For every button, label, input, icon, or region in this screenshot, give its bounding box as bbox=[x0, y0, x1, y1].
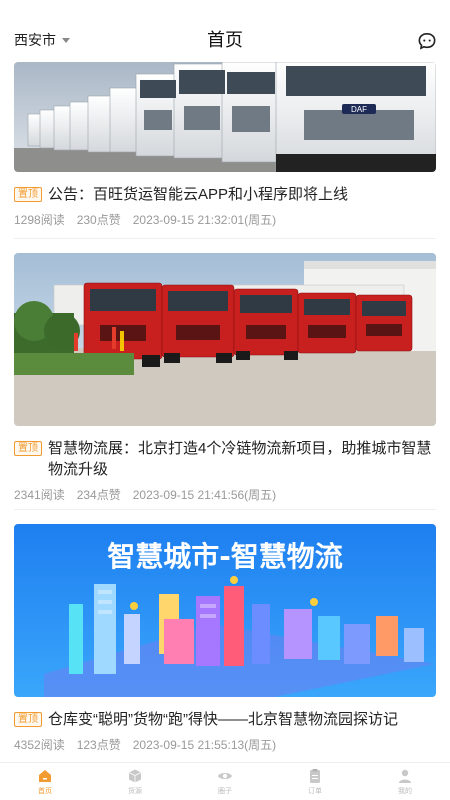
eye-icon bbox=[218, 772, 232, 779]
tab-home[interactable]: 首页 bbox=[0, 763, 90, 800]
like-count: 234点赞 bbox=[76, 488, 121, 502]
tab-label: 货源 bbox=[128, 787, 142, 795]
tab-label: 订单 bbox=[308, 787, 322, 795]
article-card[interactable]: 智慧城市-智慧物流 置顶 仓库变“聪明”货物“跑”得快——北京智慧物流园探访记 … bbox=[14, 524, 436, 753]
publish-time: 2023-09-15 21:55:13(周五) bbox=[132, 738, 277, 752]
message-icon[interactable] bbox=[418, 32, 436, 50]
article-headline[interactable]: 置顶 智慧物流展：北京打造4个冷链物流新项目，助推城市智慧物流升级 bbox=[14, 438, 436, 480]
app-header: 西安市 首页 bbox=[0, 0, 450, 62]
tab-label: 我的 bbox=[398, 787, 412, 795]
tab-label: 首页 bbox=[38, 787, 52, 795]
like-count: 230点赞 bbox=[76, 213, 121, 227]
cube-icon bbox=[128, 769, 142, 782]
divider bbox=[14, 238, 436, 239]
read-count: 1298阅读 bbox=[14, 213, 65, 227]
tab-goods[interactable]: 货源 bbox=[90, 763, 180, 800]
pinned-badge: 置顶 bbox=[14, 441, 42, 456]
article-image-smart-city-banner[interactable]: 智慧城市-智慧物流 bbox=[14, 524, 436, 697]
svg-text:DAF: DAF bbox=[351, 105, 367, 114]
article-meta: 2341阅读 234点赞 2023-09-15 21:41:56(周五) bbox=[14, 486, 436, 503]
article-meta: 4352阅读 123点赞 2023-09-15 21:55:13(周五) bbox=[14, 736, 436, 753]
article-headline[interactable]: 置顶 仓库变“聪明”货物“跑”得快——北京智慧物流园探访记 bbox=[14, 709, 436, 730]
article-image-trucks-white[interactable]: DAF bbox=[14, 62, 436, 172]
banner-text: 智慧城市-智慧物流 bbox=[107, 540, 343, 573]
news-feed[interactable]: DAF 置顶 公告：百旺货运智能云APP和小程序即将上线 1298阅读 230点… bbox=[0, 62, 450, 762]
tab-label: 圈子 bbox=[218, 787, 232, 795]
article-meta: 1298阅读 230点赞 2023-09-15 21:32:01(周五) bbox=[14, 211, 436, 228]
bottom-tab-bar: 首页 货源 圈子 订单 我的 bbox=[0, 762, 450, 800]
publish-time: 2023-09-15 21:41:56(周五) bbox=[132, 488, 277, 502]
publish-time: 2023-09-15 21:32:01(周五) bbox=[132, 213, 277, 227]
pinned-badge: 置顶 bbox=[14, 712, 42, 727]
article-title: 智慧物流展：北京打造4个冷链物流新项目，助推城市智慧物流升级 bbox=[48, 440, 432, 478]
divider bbox=[14, 509, 436, 510]
user-icon bbox=[399, 769, 411, 783]
tab-orders[interactable]: 订单 bbox=[270, 763, 360, 800]
pinned-badge: 置顶 bbox=[14, 187, 42, 202]
page-title: 首页 bbox=[207, 30, 243, 50]
tab-circle[interactable]: 圈子 bbox=[180, 763, 270, 800]
clipboard-icon bbox=[310, 768, 320, 783]
read-count: 2341阅读 bbox=[14, 488, 65, 502]
article-title: 公告：百旺货运智能云APP和小程序即将上线 bbox=[48, 186, 349, 203]
article-card[interactable]: DAF 置顶 公告：百旺货运智能云APP和小程序即将上线 1298阅读 230点… bbox=[14, 62, 436, 228]
article-image-trucks-red[interactable] bbox=[14, 253, 436, 426]
article-title: 仓库变“聪明”货物“跑”得快——北京智慧物流园探访记 bbox=[48, 711, 398, 728]
article-card[interactable]: 置顶 智慧物流展：北京打造4个冷链物流新项目，助推城市智慧物流升级 2341阅读… bbox=[14, 253, 436, 503]
read-count: 4352阅读 bbox=[14, 738, 65, 752]
like-count: 123点赞 bbox=[76, 738, 121, 752]
article-headline[interactable]: 置顶 公告：百旺货运智能云APP和小程序即将上线 bbox=[14, 184, 436, 205]
home-icon bbox=[39, 769, 51, 782]
tab-profile[interactable]: 我的 bbox=[360, 763, 450, 800]
